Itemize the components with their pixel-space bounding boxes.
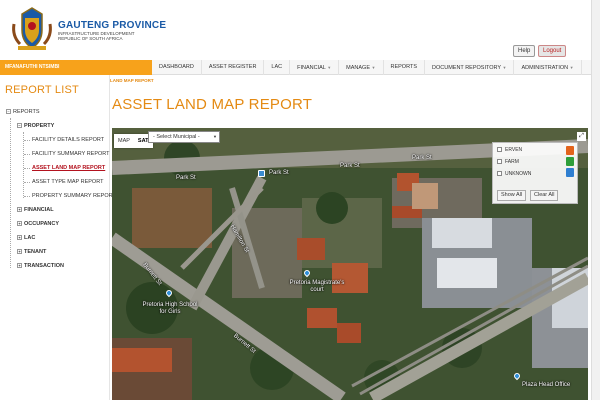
- help-button[interactable]: Help: [513, 45, 536, 57]
- expand-icon[interactable]: +: [17, 221, 22, 227]
- satellite-map[interactable]: MAP SAT - Select Municipal - ▼ ⤢ ERVEN F…: [112, 128, 588, 400]
- layer-legend: ERVEN FARM UNKNOWN Show All Clear All: [492, 142, 578, 204]
- street-marker-icon: [258, 170, 265, 177]
- tree-item-tenant[interactable]: + TENANT: [17, 249, 46, 255]
- collapse-icon[interactable]: −: [17, 123, 22, 129]
- street-label-park-st-2: Park St: [176, 175, 196, 181]
- street-label-park-st-1: Park St: [269, 170, 289, 176]
- collapse-icon[interactable]: −: [6, 109, 11, 115]
- page-scrollbar[interactable]: [591, 0, 600, 400]
- expand-icon[interactable]: +: [17, 235, 22, 241]
- tree-item-facility-summary-report[interactable]: FACILITY SUMMARY REPORT: [32, 151, 110, 157]
- nav-reports[interactable]: REPORTS: [384, 60, 425, 75]
- main-navbar: MFANAFUTHI NTSIMBI DASHBOARD ASSET REGIS…: [0, 60, 591, 75]
- chevron-down-icon: ▼: [569, 65, 574, 70]
- chevron-down-icon: ▼: [502, 65, 507, 70]
- show-all-button[interactable]: Show All: [497, 190, 527, 201]
- brand-title: GAUTENG PROVINCE: [58, 20, 167, 31]
- report-sidebar: REPORT LIST − REPORTS − PROPERTY FACILITY …: [0, 75, 116, 400]
- gauteng-coat-of-arms-logo: [12, 7, 52, 50]
- nav-asset-register[interactable]: ASSET REGISTER: [202, 60, 265, 75]
- tree-item-property[interactable]: − PROPERTY: [17, 123, 54, 129]
- chevron-down-icon: ▼: [371, 65, 376, 70]
- expand-icon[interactable]: +: [17, 249, 22, 255]
- nav-lac[interactable]: LAC: [264, 60, 291, 75]
- tree-item-facility-details-report[interactable]: FACILITY DETAILS REPORT: [32, 137, 104, 143]
- tree-item-asset-land-map-report[interactable]: ASSET LAND MAP REPORT: [32, 165, 105, 171]
- place-label-high-school-for-girls: Pretoria High School for Girls: [142, 302, 198, 315]
- street-label-park-st-3: Park St: [340, 163, 360, 169]
- place-label-plaza-head-office: Plaza Head Office: [522, 382, 571, 388]
- checkbox[interactable]: [497, 159, 502, 165]
- nav-administration[interactable]: ADMINISTRATION ▼: [514, 60, 582, 75]
- current-user-name: MFANAFUTHI NTSIMBI: [0, 60, 152, 75]
- map-type-map-button[interactable]: MAP: [114, 134, 134, 148]
- place-label-magistrate-court: Pretoria Magistrate's court: [289, 280, 345, 293]
- nav-document-repository[interactable]: DOCUMENT REPOSITORY ▼: [425, 60, 515, 75]
- expand-icon[interactable]: +: [17, 207, 22, 213]
- checkbox[interactable]: [497, 147, 502, 153]
- tree-item-reports[interactable]: − REPORTS: [6, 109, 40, 115]
- nav-financial[interactable]: FINANCIAL ▼: [290, 60, 340, 75]
- tree-item-financial[interactable]: + FINANCIAL: [17, 207, 54, 213]
- brand-subtitle-2: REPUBLIC OF SOUTH AFRICA: [58, 36, 123, 41]
- checkbox[interactable]: [497, 171, 502, 177]
- chevron-down-icon: ▼: [213, 134, 217, 139]
- nav-manage[interactable]: MANAGE ▼: [339, 60, 384, 75]
- legend-item-unknown[interactable]: UNKNOWN: [497, 171, 531, 177]
- tree-item-transaction[interactable]: + TRANSACTION: [17, 263, 64, 269]
- legend-item-farm[interactable]: FARM: [497, 159, 519, 165]
- street-label-park-st-4: Park St: [412, 155, 432, 161]
- header: GAUTENG PROVINCE INFRASTRUCTURE DEVELOPM…: [0, 0, 600, 60]
- tree-item-lac[interactable]: + LAC: [17, 235, 35, 241]
- fullscreen-icon[interactable]: ⤢: [577, 132, 586, 141]
- chevron-down-icon: ▼: [327, 65, 332, 70]
- expand-icon[interactable]: +: [17, 263, 22, 269]
- tree-item-occupancy[interactable]: + OCCUPANCY: [17, 221, 59, 227]
- municipal-select[interactable]: - Select Municipal - ▼: [148, 131, 220, 143]
- tree-item-property-summary-report[interactable]: PROPERTY SUMMARY REPORT: [32, 193, 116, 199]
- logout-button[interactable]: Logout: [538, 45, 567, 57]
- farm-marker-icon: [566, 157, 574, 166]
- nav-dashboard[interactable]: DASHBOARD: [152, 60, 202, 75]
- erven-marker-icon: [566, 146, 574, 155]
- legend-item-erven[interactable]: ERVEN: [497, 147, 522, 153]
- tree-item-asset-type-map-report[interactable]: ASSET TYPE MAP REPORT: [32, 179, 103, 185]
- map-type-toggle: MAP SAT: [114, 134, 153, 148]
- clear-all-button[interactable]: Clear All: [530, 190, 559, 201]
- sidebar-title: REPORT LIST: [5, 84, 79, 96]
- page-title: ASSET LAND MAP REPORT: [112, 96, 313, 113]
- unknown-marker-icon: [566, 168, 574, 177]
- breadcrumb: LAND MAP REPORT: [110, 78, 154, 83]
